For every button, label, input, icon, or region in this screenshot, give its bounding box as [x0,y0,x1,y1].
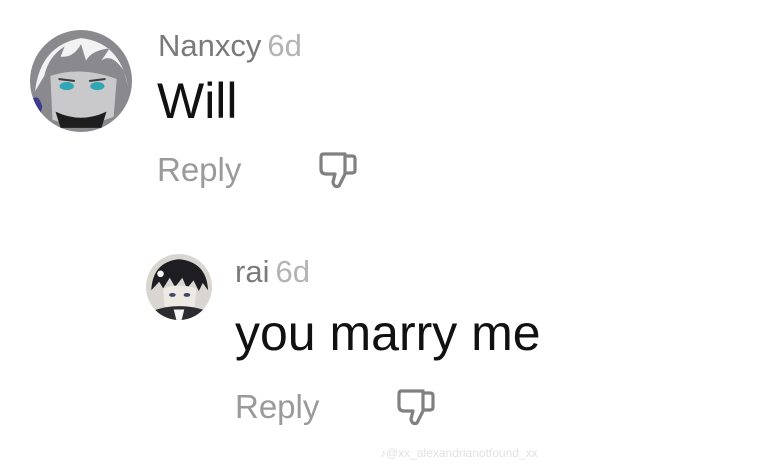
avatar[interactable] [146,254,212,320]
avatar[interactable] [30,30,132,132]
reply-button[interactable]: Reply [157,151,241,189]
comment-text: you marry me [235,305,541,361]
reply-button[interactable]: Reply [235,388,319,426]
watermark: ♪@xx_alexandrianotfound_xx [380,446,538,460]
thumbs-down-icon[interactable] [315,148,359,192]
comment-text: Will [157,73,238,129]
timestamp: 6d [267,28,302,63]
reply-item: rai 6d you marry me Reply [146,252,746,442]
thumbs-down-icon[interactable] [393,385,437,429]
comment-meta: rai 6d [235,254,310,290]
username[interactable]: Nanxcy [158,28,261,63]
timestamp: 6d [275,254,310,289]
avatar-image [146,254,212,320]
comment-actions: Reply [157,148,359,192]
comment-actions: Reply [235,385,437,429]
comment-item: Nanxcy 6d Will Reply [30,28,750,198]
comment-meta: Nanxcy 6d [158,28,302,64]
avatar-image [30,30,132,132]
username[interactable]: rai [235,254,269,289]
